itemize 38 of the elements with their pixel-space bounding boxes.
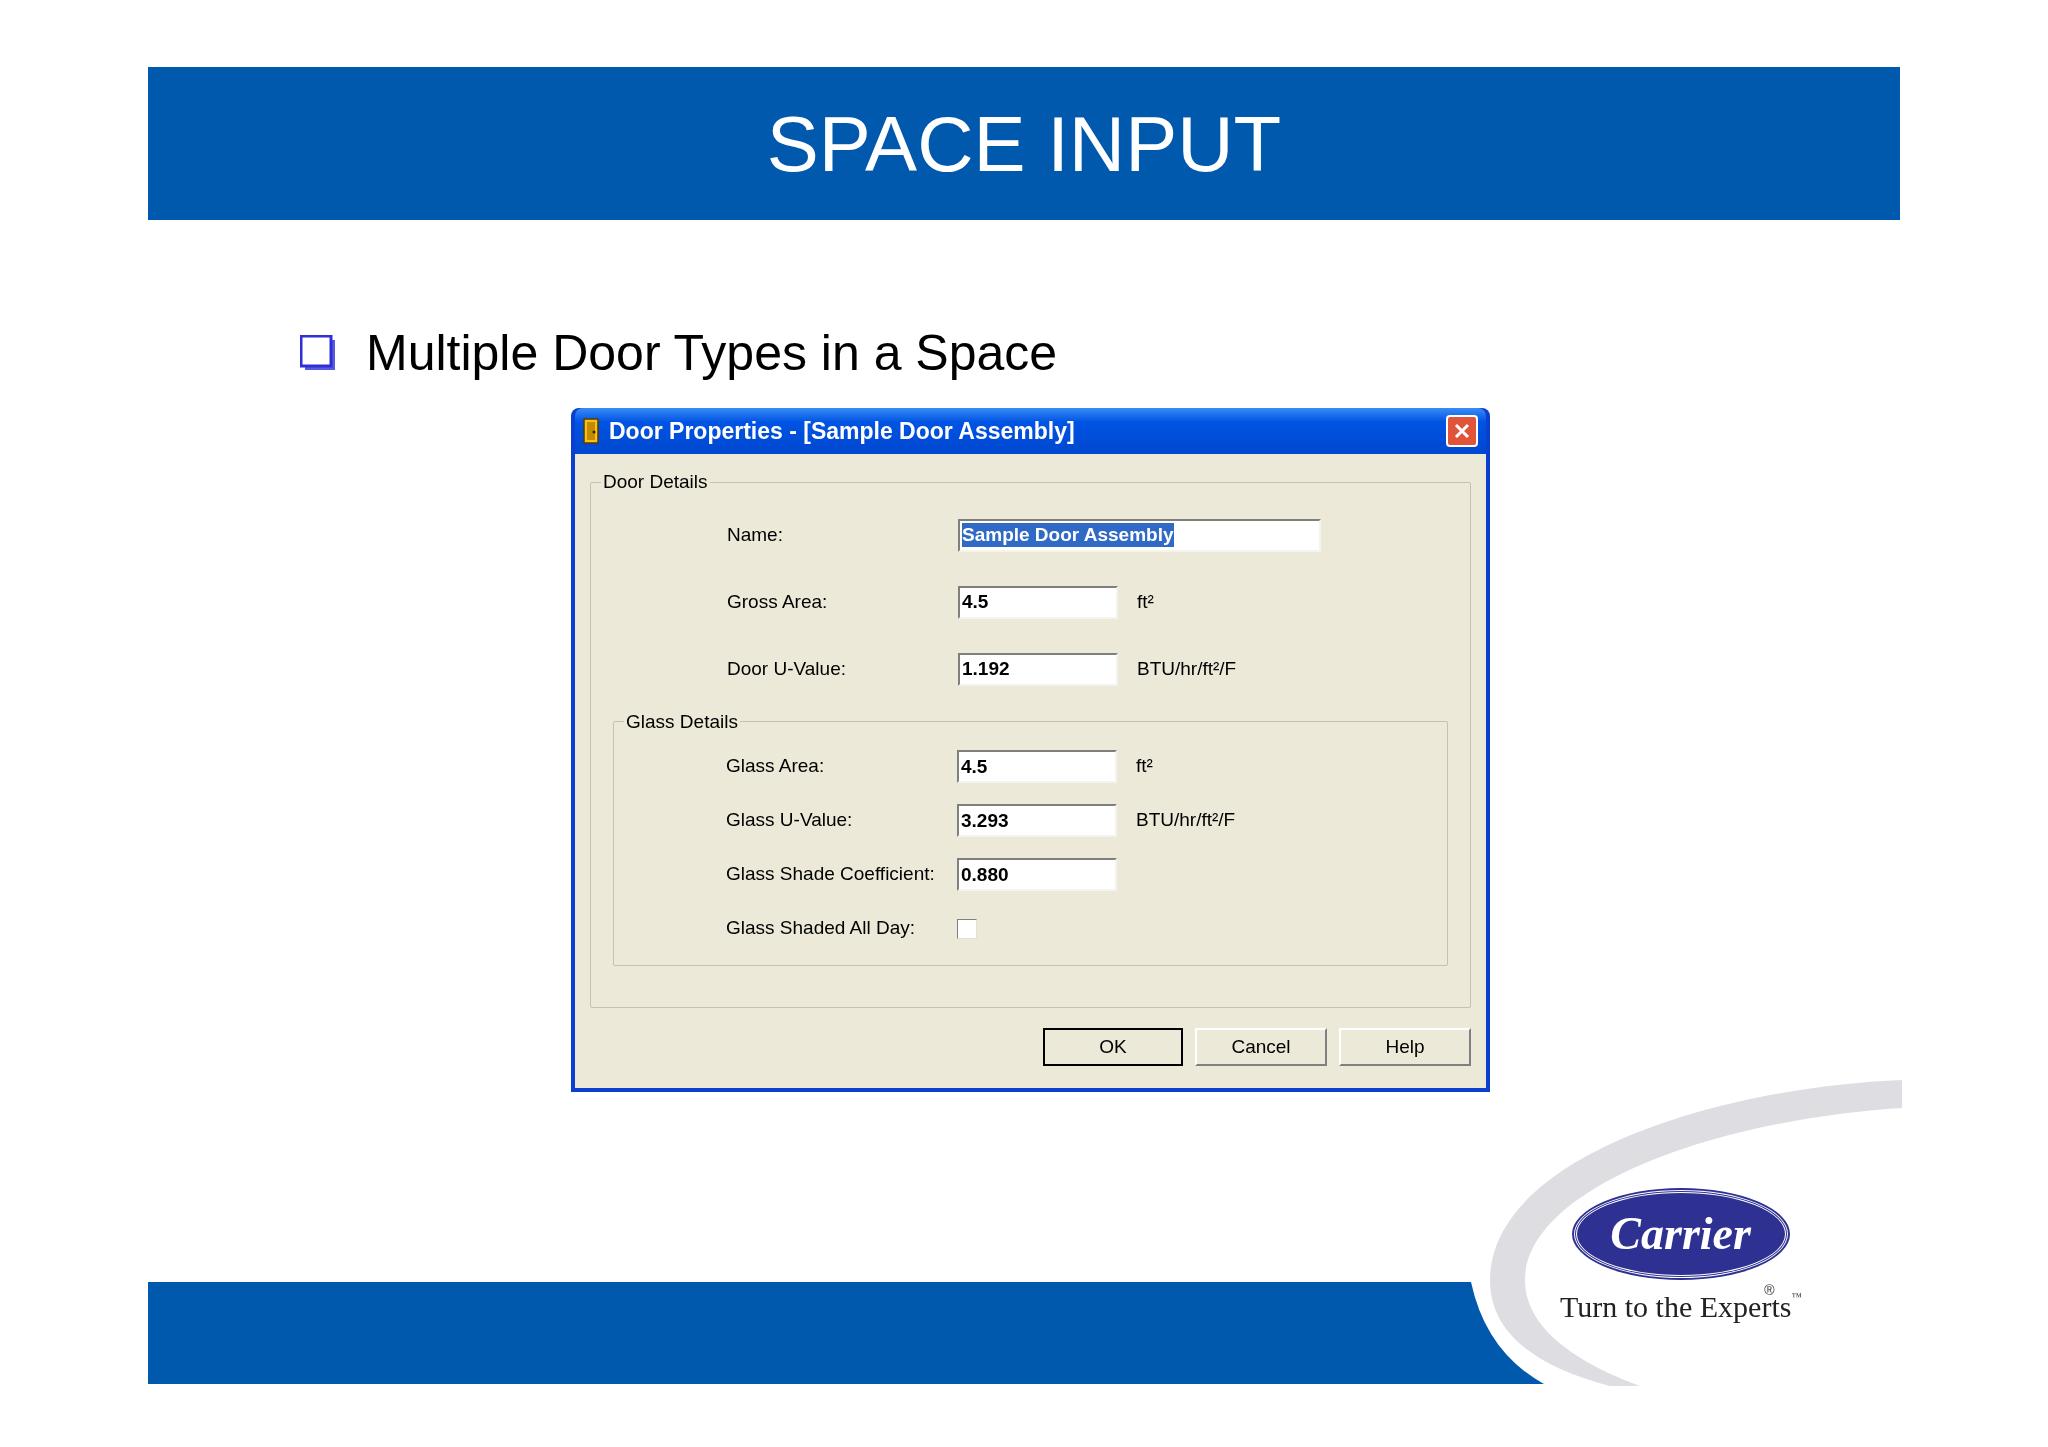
- input-field[interactable]: 4.5: [957, 750, 1117, 783]
- window-title: Door Properties - [Sample Door Assembly]: [609, 416, 1075, 446]
- field-label: Name:: [727, 522, 783, 547]
- field-value: 0.880: [961, 862, 1009, 887]
- trademark-mark: ™: [1791, 1292, 1802, 1302]
- slide-title: SPACE INPUT: [766, 104, 1282, 183]
- close-button[interactable]: [1446, 415, 1478, 447]
- unit-label: BTU/hr/ft²/F: [1137, 656, 1237, 681]
- field-value: 4.5: [962, 590, 989, 614]
- logo-text: Carrier: [1610, 1211, 1751, 1257]
- bullet-text: Multiple Door Types in a Space: [366, 328, 1058, 378]
- input-field[interactable]: Sample Door Assembly: [958, 518, 1321, 552]
- field-label: Glass Shade Coefficient:: [726, 862, 935, 887]
- field-value: 4.5: [961, 754, 988, 779]
- input-field[interactable]: 4.5: [958, 585, 1118, 619]
- dialog-button[interactable]: OK: [1043, 1028, 1183, 1066]
- field-value: 3.293: [961, 808, 1009, 833]
- field-label: Glass Shaded All Day:: [726, 916, 916, 941]
- input-field[interactable]: 1.192: [958, 652, 1118, 686]
- input-field[interactable]: 0.880: [957, 858, 1117, 891]
- dialog-button[interactable]: Help: [1339, 1028, 1471, 1066]
- field-label: Gross Area:: [727, 589, 828, 614]
- field-label: Door U-Value:: [727, 656, 846, 681]
- bullet-icon: [300, 335, 336, 371]
- group-label: Door Details: [602, 470, 709, 494]
- group-label: Glass Details: [625, 709, 739, 734]
- unit-label: BTU/hr/ft²/F: [1136, 808, 1236, 833]
- field-label: Glass U-Value:: [726, 808, 853, 833]
- input-field[interactable]: 3.293: [957, 804, 1117, 837]
- unit-label: ft²: [1136, 754, 1153, 779]
- field-value: 1.192: [962, 657, 1010, 681]
- field-label: Glass Area:: [726, 754, 825, 779]
- unit-label: ft²: [1137, 589, 1154, 614]
- close-icon: [1454, 423, 1470, 439]
- dialog-button[interactable]: Cancel: [1195, 1028, 1327, 1066]
- field-value: Sample Door Assembly: [962, 523, 1174, 547]
- door-icon: [583, 418, 599, 444]
- checkbox[interactable]: [957, 918, 977, 939]
